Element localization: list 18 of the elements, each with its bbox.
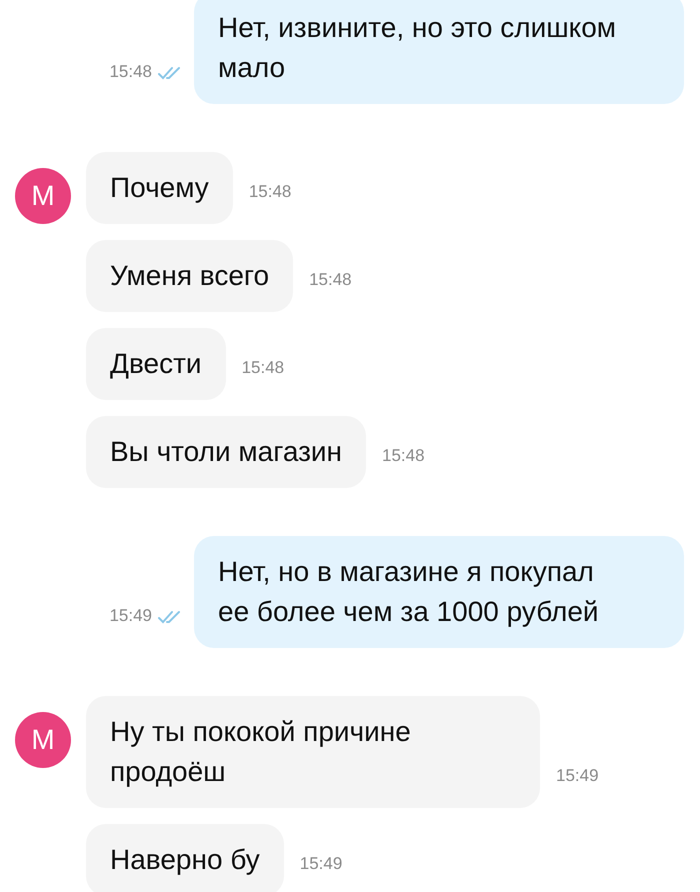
message-time: 15:48 <box>109 62 152 82</box>
message-bubble: Наверно бу <box>86 824 284 892</box>
message-bubble: Нет, извините, но это слишком мало <box>194 0 684 104</box>
avatar[interactable]: M <box>15 168 71 224</box>
message-time: 15:49 <box>109 606 152 626</box>
message-time: 15:48 <box>248 182 292 202</box>
message-bubble: Вы чтоли магазин <box>86 416 366 488</box>
message-time: 15:49 <box>300 854 342 874</box>
message-bubble: Уменя всего <box>86 240 294 312</box>
message-time: 15:48 <box>242 358 284 378</box>
message-time: 15:49 <box>556 766 599 786</box>
message-time: 15:48 <box>382 446 425 466</box>
message-bubble: Ну ты пококой причине продоёш <box>86 696 540 808</box>
message-bubble: Двести <box>86 328 226 400</box>
avatar[interactable]: M <box>15 712 71 768</box>
message-time: 15:48 <box>309 270 352 290</box>
message-bubble: Почему <box>86 152 233 224</box>
message-bubble: Нет, но в магазине я покупал ее более чем за 1000 рублей <box>194 536 684 648</box>
